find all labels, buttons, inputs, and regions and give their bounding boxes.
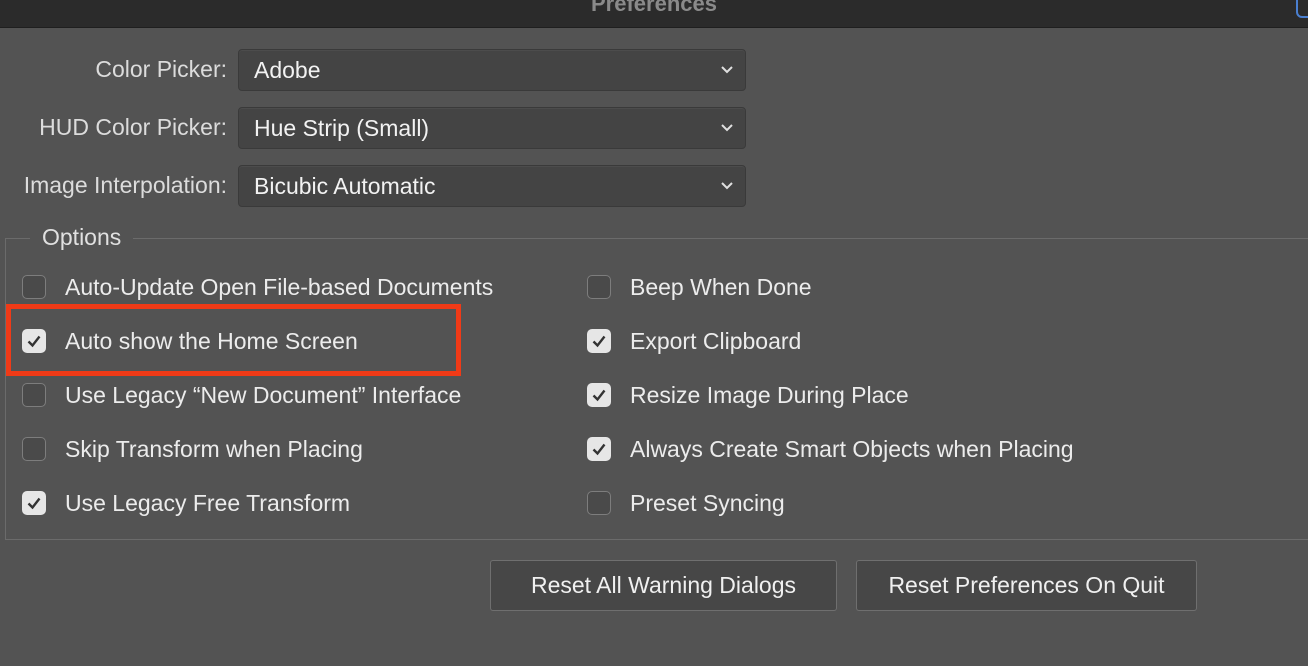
checkbox-box[interactable] xyxy=(22,437,46,461)
checkbox-smart-objects[interactable]: Always Create Smart Objects when Placing xyxy=(587,434,1074,464)
checkbox-box[interactable] xyxy=(22,383,46,407)
options-legend: Options xyxy=(30,224,134,251)
checkmark-icon xyxy=(592,443,606,456)
color-picker-label: Color Picker: xyxy=(95,56,227,82)
hud-color-picker-value: Hue Strip (Small) xyxy=(254,115,430,141)
chevron-down-icon xyxy=(721,182,733,190)
image-interpolation-label: Image Interpolation: xyxy=(23,172,227,198)
checkbox-auto-update-documents[interactable]: Auto-Update Open File-based Documents xyxy=(22,272,493,302)
checkmark-icon xyxy=(592,335,606,348)
checkbox-box[interactable] xyxy=(587,329,611,353)
checkbox-label: Always Create Smart Objects when Placing xyxy=(630,435,1074,462)
checkbox-label: Skip Transform when Placing xyxy=(65,435,363,462)
hud-color-picker-select[interactable]: Hue Strip (Small) xyxy=(238,107,746,149)
checkbox-resize-image-during-place[interactable]: Resize Image During Place xyxy=(587,380,909,410)
window-title: Preferences xyxy=(591,0,717,16)
chevron-down-icon xyxy=(721,66,733,74)
reset-preferences-button[interactable]: Reset Preferences On Quit xyxy=(856,560,1197,611)
checkbox-preset-syncing[interactable]: Preset Syncing xyxy=(587,488,785,518)
color-picker-value: Adobe xyxy=(254,57,321,83)
color-picker-select[interactable]: Adobe xyxy=(238,49,746,91)
highlight-annotation-box xyxy=(6,304,461,376)
image-interpolation-select[interactable]: Bicubic Automatic xyxy=(238,165,746,207)
image-interpolation-value: Bicubic Automatic xyxy=(254,173,436,199)
checkbox-label: Export Clipboard xyxy=(630,327,802,354)
checkbox-box[interactable] xyxy=(22,491,46,515)
checkbox-box[interactable] xyxy=(587,437,611,461)
chevron-down-icon xyxy=(721,124,733,132)
checkbox-label: Resize Image During Place xyxy=(630,381,909,408)
checkbox-legacy-free-transform[interactable]: Use Legacy Free Transform xyxy=(22,488,350,518)
checkbox-box[interactable] xyxy=(22,275,46,299)
reset-warning-dialogs-button[interactable]: Reset All Warning Dialogs xyxy=(490,560,837,611)
checkbox-label: Use Legacy Free Transform xyxy=(65,489,351,516)
checkbox-box[interactable] xyxy=(587,275,611,299)
checkbox-box[interactable] xyxy=(587,491,611,515)
checkbox-label: Use Legacy “New Document” Interface xyxy=(65,381,462,408)
title-bar: Preferences xyxy=(0,0,1308,28)
checkbox-beep-when-done[interactable]: Beep When Done xyxy=(587,272,812,302)
checkbox-legacy-new-document[interactable]: Use Legacy “New Document” Interface xyxy=(22,380,461,410)
window-control-button[interactable] xyxy=(1296,0,1308,18)
checkbox-label: Auto-Update Open File-based Documents xyxy=(65,273,494,300)
checkmark-icon xyxy=(27,497,41,510)
checkmark-icon xyxy=(592,389,606,402)
hud-color-picker-label: HUD Color Picker: xyxy=(39,114,227,140)
checkbox-box[interactable] xyxy=(587,383,611,407)
checkbox-label: Preset Syncing xyxy=(630,489,785,516)
checkbox-skip-transform[interactable]: Skip Transform when Placing xyxy=(22,434,363,464)
checkbox-export-clipboard[interactable]: Export Clipboard xyxy=(587,326,801,356)
checkbox-label: Beep When Done xyxy=(630,273,812,300)
